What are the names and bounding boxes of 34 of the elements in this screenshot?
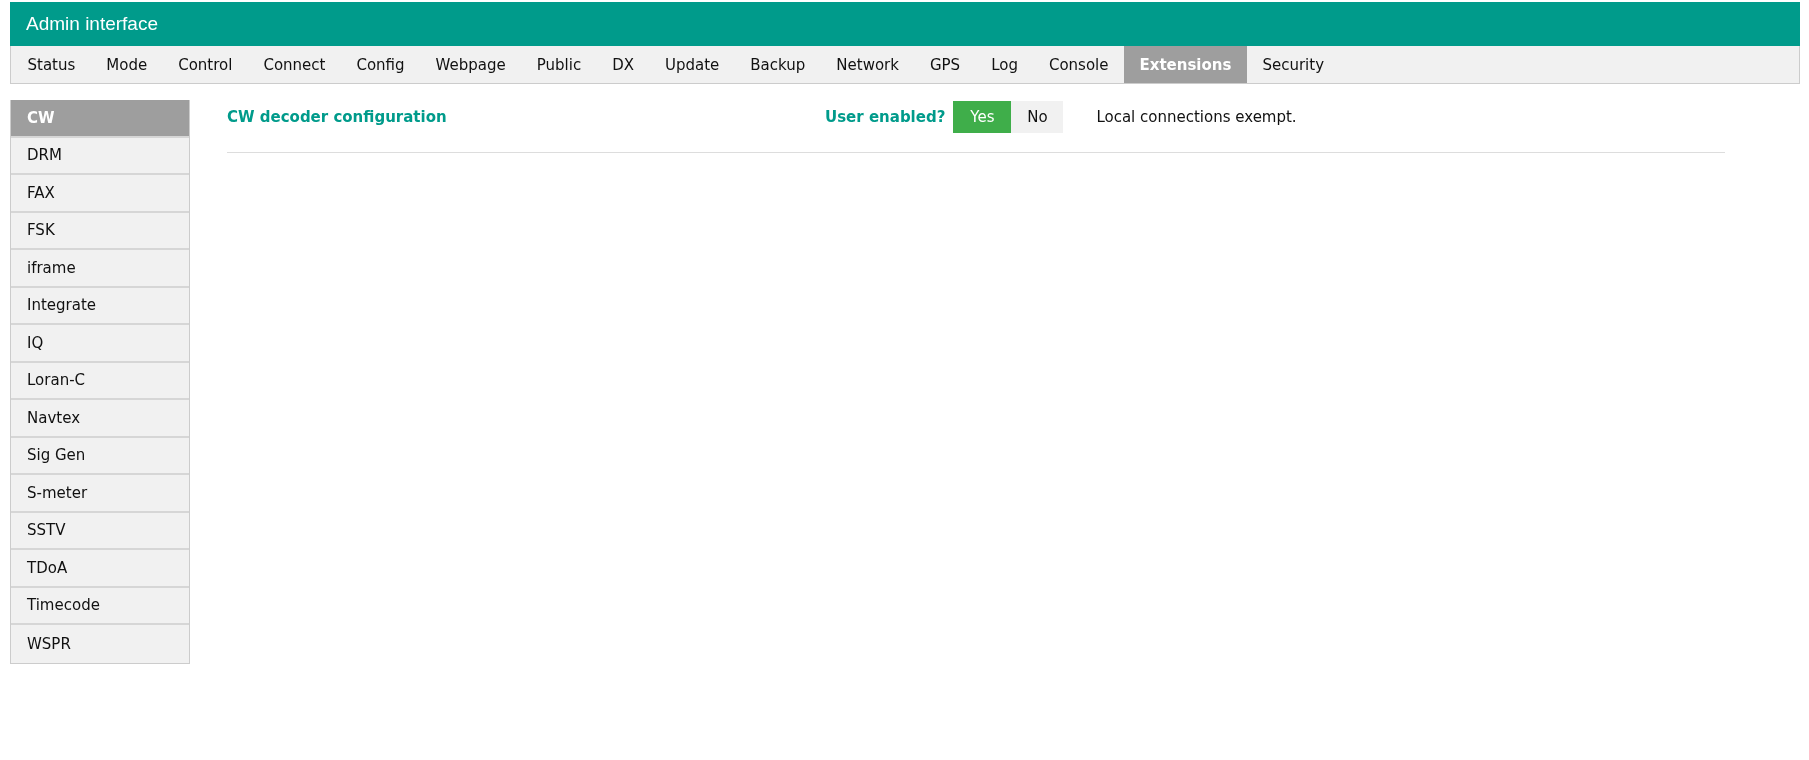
nav-tab[interactable]: Update xyxy=(649,46,735,83)
note-text: Local connections exempt. xyxy=(1096,108,1297,126)
toggle-label: User enabled? xyxy=(825,108,946,126)
app-title: Admin interface xyxy=(26,13,158,35)
sidebar-item[interactable]: SSTV xyxy=(11,512,189,550)
sidebar-item[interactable]: S-meter xyxy=(11,475,189,513)
sidebar-item[interactable]: Integrate xyxy=(11,287,189,325)
sidebar-item[interactable]: DRM xyxy=(11,137,189,175)
sidebar-item[interactable]: Loran-C xyxy=(11,362,189,400)
sidebar-item[interactable]: IQ xyxy=(11,325,189,363)
sidebar-item[interactable]: FSK xyxy=(11,212,189,250)
sidebar-item[interactable]: FAX xyxy=(11,175,189,213)
sidebar-item[interactable]: WSPR xyxy=(11,625,189,663)
nav-tab[interactable]: Security xyxy=(1246,46,1340,83)
toggle-option[interactable]: No xyxy=(1011,101,1064,133)
nav-tab[interactable]: Console xyxy=(1033,46,1124,83)
sidebar-item[interactable]: Sig Gen xyxy=(11,437,189,475)
nav-tab[interactable]: Connect xyxy=(247,46,341,83)
nav-tab[interactable]: DX xyxy=(596,46,650,83)
nav-tab[interactable]: Backup xyxy=(734,46,821,83)
nav-tab[interactable]: Mode xyxy=(90,46,163,83)
sidebar-item[interactable]: Timecode xyxy=(11,587,189,625)
nav-tab[interactable]: GPS xyxy=(914,46,976,83)
nav-tab[interactable]: Network xyxy=(820,46,915,83)
section-title: CW decoder configuration xyxy=(227,108,448,126)
sidebar-item[interactable]: iframe xyxy=(11,250,189,288)
nav-tab[interactable]: Log xyxy=(975,46,1034,83)
nav-tab[interactable]: Control xyxy=(162,46,248,83)
sidebar-item[interactable]: Navtex xyxy=(11,400,189,438)
nav-tab[interactable]: Config xyxy=(340,46,421,83)
nav-tab[interactable]: Public xyxy=(521,46,597,83)
sidebar-item[interactable]: TDoA xyxy=(11,550,189,588)
nav-tab[interactable]: Status xyxy=(12,46,91,83)
nav-tab[interactable]: Webpage xyxy=(420,46,522,83)
